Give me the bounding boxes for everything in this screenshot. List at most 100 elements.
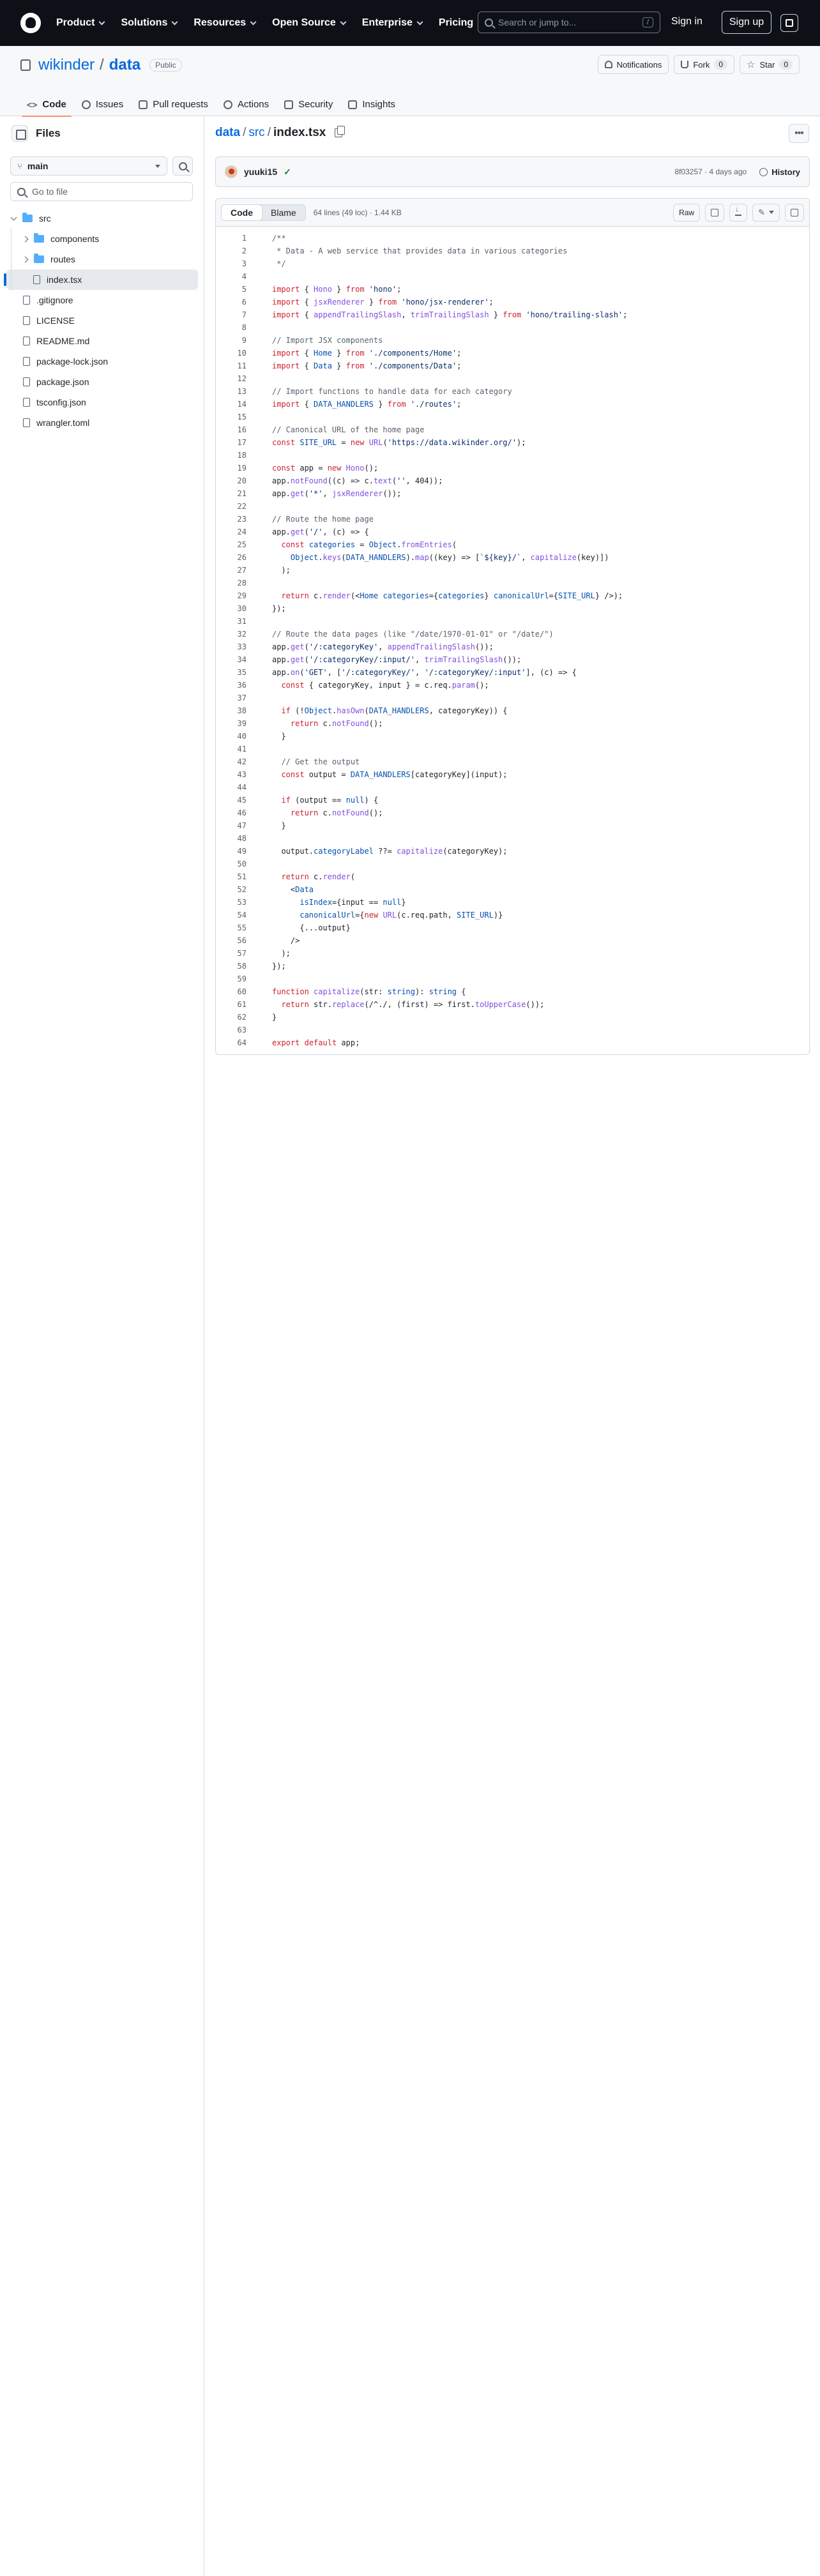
line-number[interactable]: 42: [216, 755, 252, 768]
line-number[interactable]: 54: [216, 909, 252, 921]
line-number[interactable]: 16: [216, 423, 252, 436]
line-number[interactable]: 45: [216, 794, 252, 807]
sign-up-button[interactable]: Sign up: [722, 11, 771, 34]
tree-file-package-lock[interactable]: package-lock.json: [6, 351, 198, 372]
copy-path-icon[interactable]: [335, 126, 345, 137]
nav-open-source[interactable]: Open Source: [272, 17, 347, 29]
line-number[interactable]: 9: [216, 334, 252, 347]
menu-button[interactable]: [780, 14, 798, 32]
avatar[interactable]: [225, 165, 238, 178]
global-search-input[interactable]: Search or jump to... /: [478, 11, 660, 33]
line-number[interactable]: 56: [216, 934, 252, 947]
line-number[interactable]: 46: [216, 807, 252, 819]
line-number[interactable]: 29: [216, 589, 252, 602]
line-number[interactable]: 64: [216, 1036, 252, 1049]
tree-file-readme[interactable]: README.md: [6, 331, 198, 351]
line-number[interactable]: 14: [216, 398, 252, 411]
line-number[interactable]: 30: [216, 602, 252, 615]
line-number[interactable]: 10: [216, 347, 252, 360]
nav-pricing[interactable]: Pricing: [439, 17, 473, 29]
tab-insights[interactable]: Insights: [342, 93, 402, 116]
line-number[interactable]: 20: [216, 474, 252, 487]
sign-in-link[interactable]: Sign in: [671, 16, 702, 27]
line-number[interactable]: 34: [216, 653, 252, 666]
line-number[interactable]: 37: [216, 692, 252, 704]
line-number[interactable]: 26: [216, 551, 252, 564]
line-number[interactable]: 17: [216, 436, 252, 449]
blame-view-button[interactable]: Blame: [262, 205, 305, 220]
raw-button[interactable]: Raw: [673, 203, 701, 222]
line-number[interactable]: 11: [216, 360, 252, 372]
symbols-panel-button[interactable]: [785, 203, 804, 222]
nav-resources[interactable]: Resources: [194, 17, 257, 29]
line-number[interactable]: 58: [216, 960, 252, 973]
line-number[interactable]: 12: [216, 372, 252, 385]
line-number[interactable]: 21: [216, 487, 252, 500]
line-number[interactable]: 13: [216, 385, 252, 398]
repo-name-link[interactable]: data: [109, 56, 140, 74]
github-logo-icon[interactable]: [20, 13, 41, 33]
line-number[interactable]: 32: [216, 628, 252, 640]
commit-meta[interactable]: 8f03257 · 4 days ago: [674, 167, 747, 176]
line-number[interactable]: 7: [216, 308, 252, 321]
line-number[interactable]: 50: [216, 858, 252, 870]
line-number[interactable]: 43: [216, 768, 252, 781]
line-number[interactable]: 23: [216, 513, 252, 526]
line-number[interactable]: 35: [216, 666, 252, 679]
tree-folder-routes[interactable]: routes: [6, 249, 198, 269]
line-number[interactable]: 61: [216, 998, 252, 1011]
tab-code[interactable]: <> Code: [20, 93, 73, 117]
line-number[interactable]: 25: [216, 538, 252, 551]
breadcrumb-dir-link[interactable]: src: [248, 126, 264, 140]
edit-button[interactable]: ✎: [752, 203, 780, 222]
tree-folder-src[interactable]: src: [6, 208, 198, 229]
line-number[interactable]: 59: [216, 973, 252, 985]
line-number[interactable]: 1: [216, 232, 252, 245]
breadcrumb-repo-link[interactable]: data: [215, 126, 240, 140]
line-number[interactable]: 57: [216, 947, 252, 960]
line-number[interactable]: 36: [216, 679, 252, 692]
tree-file-wrangler[interactable]: wrangler.toml: [6, 413, 198, 433]
line-number[interactable]: 24: [216, 526, 252, 538]
star-button[interactable]: ☆ Star 0: [740, 55, 800, 74]
history-button[interactable]: History: [759, 167, 800, 177]
line-number[interactable]: 6: [216, 296, 252, 308]
line-number[interactable]: 38: [216, 704, 252, 717]
tab-issues[interactable]: Issues: [75, 93, 130, 116]
line-number[interactable]: 44: [216, 781, 252, 794]
tree-file-license[interactable]: LICENSE: [6, 310, 198, 331]
line-number[interactable]: 31: [216, 615, 252, 628]
nav-product[interactable]: Product: [56, 17, 105, 29]
go-to-file-input[interactable]: Go to file: [10, 182, 193, 201]
line-number[interactable]: 41: [216, 743, 252, 755]
tab-actions[interactable]: Actions: [217, 93, 275, 116]
line-number[interactable]: 27: [216, 564, 252, 577]
line-number[interactable]: 52: [216, 883, 252, 896]
line-number[interactable]: 28: [216, 577, 252, 589]
tree-folder-components[interactable]: components: [6, 229, 198, 249]
file-search-button[interactable]: [172, 156, 193, 176]
line-number[interactable]: 18: [216, 449, 252, 462]
repo-owner-link[interactable]: wikinder: [38, 56, 95, 74]
line-number[interactable]: 40: [216, 730, 252, 743]
check-icon[interactable]: ✓: [284, 167, 291, 178]
line-number[interactable]: 15: [216, 411, 252, 423]
tree-file-package-json[interactable]: package.json: [6, 372, 198, 392]
line-number[interactable]: 62: [216, 1011, 252, 1024]
fork-button[interactable]: Fork 0: [674, 55, 735, 74]
line-number[interactable]: 22: [216, 500, 252, 513]
line-number[interactable]: 2: [216, 245, 252, 257]
line-number[interactable]: 49: [216, 845, 252, 858]
tree-file-tsconfig[interactable]: tsconfig.json: [6, 392, 198, 413]
tab-pull-requests[interactable]: Pull requests: [132, 93, 215, 116]
tree-file-index-tsx[interactable]: index.tsx: [4, 269, 198, 290]
nav-solutions[interactable]: Solutions: [121, 17, 178, 29]
line-number[interactable]: 3: [216, 257, 252, 270]
sidebar-collapse-icon[interactable]: [11, 125, 28, 142]
branch-selector[interactable]: ⑂ main: [10, 156, 167, 176]
commit-author-link[interactable]: yuuki15: [244, 167, 277, 177]
line-number[interactable]: 48: [216, 832, 252, 845]
line-number[interactable]: 4: [216, 270, 252, 283]
tree-file-gitignore[interactable]: .gitignore: [6, 290, 198, 310]
line-number[interactable]: 53: [216, 896, 252, 909]
